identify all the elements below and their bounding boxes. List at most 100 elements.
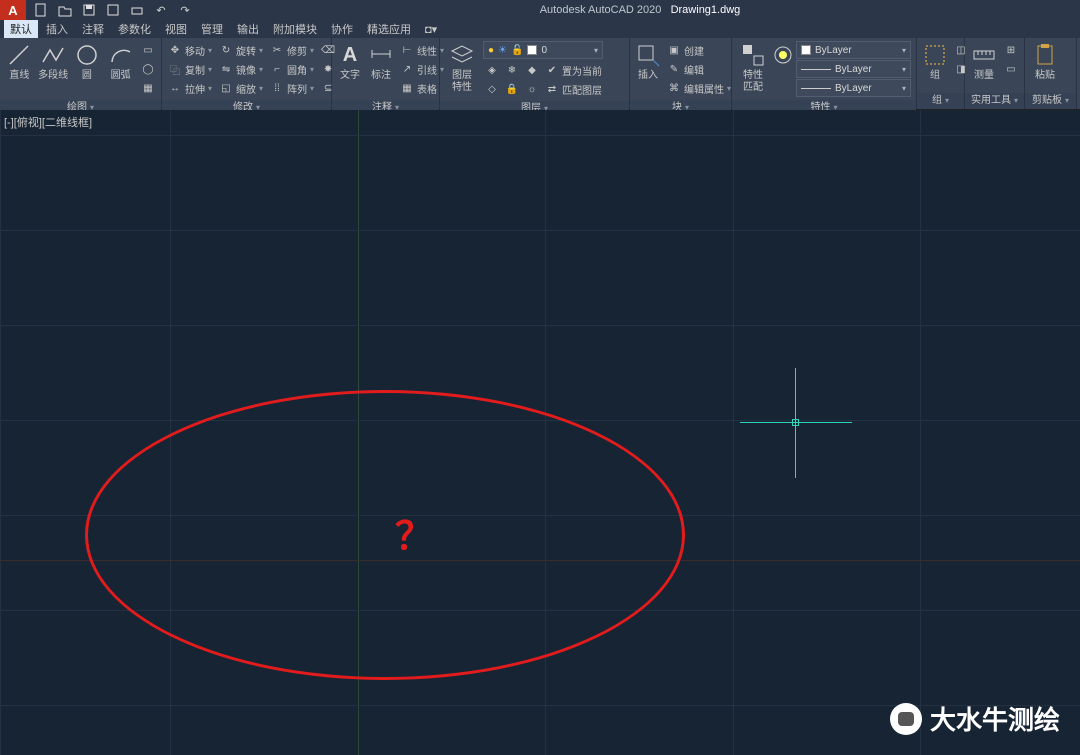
leader-icon: ↗ [400, 62, 414, 76]
tab-output[interactable]: 输出 [231, 20, 265, 38]
match-props-button[interactable]: 特性 匹配 [736, 41, 770, 94]
chevron-down-icon: ▾ [594, 46, 598, 55]
ellipse-icon: ◯ [141, 62, 155, 76]
util1[interactable]: ⊞ [1002, 41, 1020, 59]
copy-icon: ⿻ [168, 62, 182, 76]
new-icon[interactable] [34, 3, 48, 17]
layer-tool3[interactable]: ❄ [503, 61, 521, 79]
tab-annotate[interactable]: 注释 [76, 20, 110, 38]
layer-current-name: 0 [541, 45, 547, 56]
tab-param[interactable]: 参数化 [112, 20, 157, 38]
quick-access-toolbar: ↶ ↷ [26, 3, 200, 17]
layer-tool5[interactable]: ◆ [523, 61, 541, 79]
viewport-label[interactable]: [-][俯视][二维线框] [4, 114, 92, 130]
fillet-button[interactable]: ⌐圆角 [268, 60, 316, 78]
lineweight-combo[interactable]: ByLayer▾ [796, 60, 911, 78]
move-button[interactable]: ✥移动 [166, 41, 214, 59]
color-wheel-icon [769, 41, 797, 69]
color-wheel-button[interactable] [773, 41, 793, 69]
open-icon[interactable] [58, 3, 72, 17]
select-icon: ▭ [1004, 62, 1018, 76]
save-icon[interactable] [82, 3, 96, 17]
layer-on-icon: ◆ [525, 63, 539, 77]
linear-icon: ⊢ [400, 43, 414, 57]
layer-tool2[interactable]: ◇ [483, 80, 501, 98]
linetype-preview [801, 88, 831, 89]
dimension-button[interactable]: 标注 [367, 41, 395, 82]
copy-button[interactable]: ⿻复制 [166, 60, 214, 78]
chevron-down-icon: ▾ [902, 46, 906, 55]
match-layer-button[interactable]: ⇄匹配图层 [543, 80, 604, 98]
table-button[interactable]: ▦表格 [398, 79, 446, 97]
fillet-icon: ⌐ [270, 62, 284, 76]
layer-tool6[interactable]: ☼ [523, 80, 541, 98]
edit-block-icon: ✎ [667, 62, 681, 76]
util2[interactable]: ▭ [1002, 60, 1020, 78]
tab-manage[interactable]: 管理 [195, 20, 229, 38]
panel-group-title[interactable]: 组 [917, 93, 964, 109]
layer-props-button[interactable]: 图层 特性 [444, 41, 480, 94]
group-icon [921, 41, 949, 69]
window-title: Autodesk AutoCAD 2020 Drawing1.dwg [200, 4, 1080, 16]
edit-attr-button[interactable]: ⌘编辑属性 [665, 79, 733, 97]
edit-block-button[interactable]: ✎编辑 [665, 60, 733, 78]
layer-tool4[interactable]: 🔒 [503, 80, 521, 98]
panel-group: 组 ◫ ◨ 组 [917, 38, 965, 109]
move-icon: ✥ [168, 43, 182, 57]
leader-button[interactable]: ↗引线 [398, 60, 446, 78]
text-button[interactable]: A文字 [336, 41, 364, 82]
ellipse-button[interactable]: ◯ [139, 60, 157, 78]
panel-util-title[interactable]: 实用工具 [965, 93, 1024, 109]
tab-featured[interactable]: 精选应用 [361, 20, 417, 38]
app-logo[interactable]: A [0, 0, 26, 20]
array-button[interactable]: ⁞⁞阵列 [268, 79, 316, 97]
tab-insert[interactable]: 插入 [40, 20, 74, 38]
tab-view[interactable]: 视图 [159, 20, 193, 38]
linear-button[interactable]: ⊢线性 [398, 41, 446, 59]
line-button[interactable]: 直线 [4, 41, 35, 82]
arc-icon [107, 41, 135, 69]
undo-icon[interactable]: ↶ [154, 3, 168, 17]
chevron-down-icon: ▾ [902, 84, 906, 93]
plot-icon[interactable] [130, 3, 144, 17]
app-name: Autodesk AutoCAD 2020 [540, 4, 662, 16]
calculator-icon: ⊞ [1004, 43, 1018, 57]
stretch-icon: ↔ [168, 81, 182, 95]
hatch-button[interactable]: ▦ [139, 79, 157, 97]
tab-collab[interactable]: 协作 [325, 20, 359, 38]
mirror-button[interactable]: ⇋镜像 [217, 60, 265, 78]
saveas-icon[interactable] [106, 3, 120, 17]
layer-combo[interactable]: ● ☀ 🔓 0 ▾ [483, 41, 603, 59]
color-combo[interactable]: ByLayer▾ [796, 41, 911, 59]
paste-button[interactable]: 粘贴 [1029, 41, 1061, 82]
panel-utilities: 测量 ⊞ ▭ 实用工具 [965, 38, 1025, 109]
circle-button[interactable]: 圆 [72, 41, 103, 82]
layer-off-icon: ◇ [485, 82, 499, 96]
scale-button[interactable]: ◱缩放 [217, 79, 265, 97]
watermark: 大水牛测绘 [890, 700, 1060, 737]
insert-block-button[interactable]: 插入 [634, 41, 662, 82]
panel-modify: ✥移动 ⿻复制 ↔拉伸 ↻旋转 ⇋镜像 ◱缩放 ✂修剪 ⌐圆角 ⁞⁞阵列 ⌫ ✸… [162, 38, 332, 109]
insert-block-icon [634, 41, 662, 69]
redo-icon[interactable]: ↷ [178, 3, 192, 17]
layer-tool1[interactable]: ◈ [483, 61, 501, 79]
linetype-combo[interactable]: ByLayer▾ [796, 79, 911, 97]
measure-button[interactable]: 测量 [969, 41, 999, 82]
panel-annotation: A文字 标注 ⊢线性 ↗引线 ▦表格 注释 [332, 38, 440, 109]
rotate-button[interactable]: ↻旋转 [217, 41, 265, 59]
rect-button[interactable]: ▭ [139, 41, 157, 59]
group-button[interactable]: 组 [921, 41, 949, 82]
panel-clip-title[interactable]: 剪贴板 [1025, 93, 1076, 109]
stretch-button[interactable]: ↔拉伸 [166, 79, 214, 97]
drawing-canvas[interactable]: [-][俯视][二维线框] ？ 大水牛测绘 [0, 110, 1080, 755]
layer-iso-icon: ◈ [485, 63, 499, 77]
tab-default[interactable]: 默认 [4, 20, 38, 38]
tab-more[interactable]: ◘▾ [419, 22, 443, 37]
layer-thaw-icon: ☼ [525, 82, 539, 96]
trim-button[interactable]: ✂修剪 [268, 41, 316, 59]
tab-addin[interactable]: 附加模块 [267, 20, 323, 38]
set-current-button[interactable]: ✔置为当前 [543, 61, 604, 79]
polyline-button[interactable]: 多段线 [38, 41, 69, 82]
arc-button[interactable]: 圆弧 [105, 41, 136, 82]
create-block-button[interactable]: ▣创建 [665, 41, 733, 59]
